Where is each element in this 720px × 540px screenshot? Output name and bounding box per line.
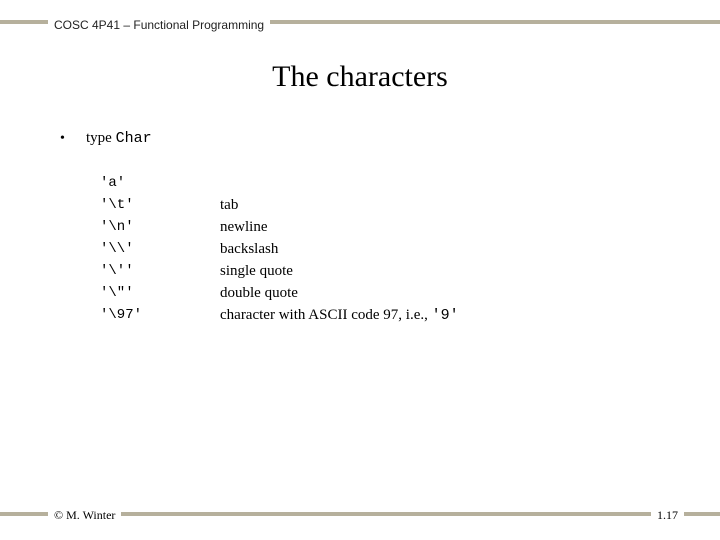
char-literal: '\t' xyxy=(100,194,220,216)
footer-copyright: © M. Winter xyxy=(48,508,121,523)
char-literal: '\97' xyxy=(100,304,220,327)
char-row: 'a' xyxy=(100,172,680,194)
header-rule: COSC 4P41 – Functional Programming xyxy=(0,20,720,24)
char-literal: 'a' xyxy=(100,172,220,194)
type-keyword: type xyxy=(86,130,116,146)
char-row: '\n' newline xyxy=(100,216,680,238)
slide-title: The characters xyxy=(0,60,720,94)
char-desc: single quote xyxy=(220,260,293,282)
course-code: COSC 4P41 – Functional Programming xyxy=(48,17,270,33)
char-table: 'a' '\t' tab '\n' newline '\\' backslash… xyxy=(100,172,680,327)
char-literal: '\'' xyxy=(100,260,220,282)
char-desc: newline xyxy=(220,216,267,238)
type-name: Char xyxy=(116,130,152,147)
char-desc-mono: '9' xyxy=(432,307,459,324)
char-literal: '\\' xyxy=(100,238,220,260)
char-row: '\t' tab xyxy=(100,194,680,216)
char-row: '\'' single quote xyxy=(100,260,680,282)
char-literal: '\"' xyxy=(100,282,220,304)
char-row: '\\' backslash xyxy=(100,238,680,260)
type-line: type Char xyxy=(86,130,152,147)
char-desc: character with ASCII code 97, i.e., '9' xyxy=(220,304,459,327)
content-area: • type Char 'a' '\t' tab '\n' newline '\… xyxy=(60,130,680,327)
char-row: '\97' character with ASCII code 97, i.e.… xyxy=(100,304,680,327)
type-line-row: • type Char xyxy=(60,130,680,148)
char-literal: '\n' xyxy=(100,216,220,238)
char-desc: backslash xyxy=(220,238,278,260)
char-desc-text: character with ASCII code 97, i.e., xyxy=(220,307,432,323)
bullet-dot: • xyxy=(60,130,86,148)
footer-page-number: 1.17 xyxy=(651,508,684,523)
char-desc: double quote xyxy=(220,282,298,304)
char-row: '\"' double quote xyxy=(100,282,680,304)
char-desc: tab xyxy=(220,194,238,216)
